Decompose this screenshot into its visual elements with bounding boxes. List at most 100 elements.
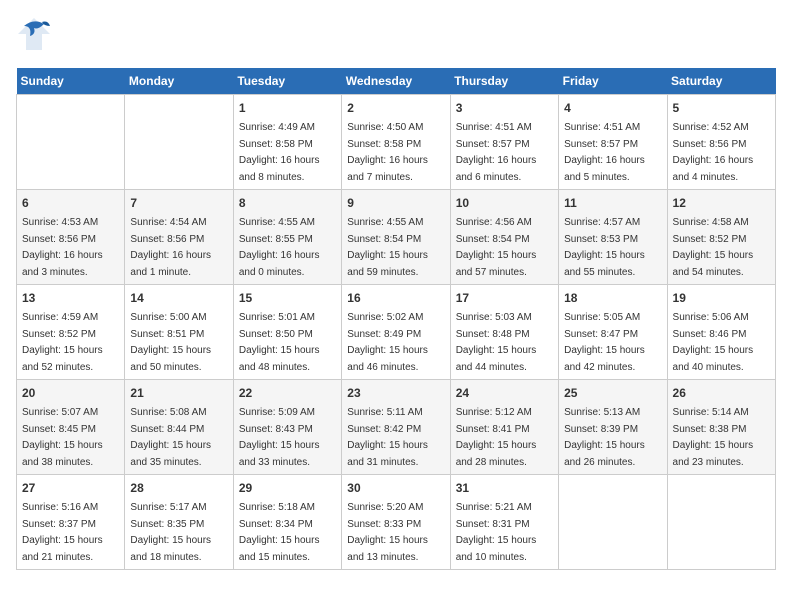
calendar-cell: 3 Sunrise: 4:51 AM Sunset: 8:57 PM Daylig… [450, 95, 558, 190]
calendar-cell: 12Sunrise: 4:58 AM Sunset: 8:52 PM Dayli… [667, 190, 775, 285]
day-number: 15 [239, 289, 336, 307]
calendar-cell: 22 Sunrise: 5:09 AM Sunset: 8:43 PM Dayli… [233, 380, 341, 475]
day-info: Sunrise: 4:53 AM Sunset: 8:56 PM Dayligh… [22, 217, 103, 278]
calendar-cell: 29Sunrise: 5:18 AM Sunset: 8:34 PM Dayli… [233, 475, 341, 570]
logo-icon [16, 16, 52, 58]
day-number: 13 [22, 289, 119, 307]
calendar-cell: 30 Sunrise: 5:20 AM Sunset: 8:33 PM Dayli… [342, 475, 450, 570]
calendar-header-row: SundayMondayTuesdayWednesdayThursdayFrid… [17, 68, 776, 95]
day-info: Sunrise: 5:16 AM Sunset: 8:37 PM Dayligh… [22, 502, 103, 563]
calendar-cell: 6 Sunrise: 4:53 AM Sunset: 8:56 PM Daylig… [17, 190, 125, 285]
day-number: 24 [456, 384, 553, 402]
weekday-header-monday: Monday [125, 68, 233, 95]
calendar-cell: 1 Sunrise: 4:49 AM Sunset: 8:58 PM Daylig… [233, 95, 341, 190]
day-info: Sunrise: 4:57 AM Sunset: 8:53 PM Dayligh… [564, 217, 645, 278]
day-info: Sunrise: 4:49 AM Sunset: 8:58 PM Dayligh… [239, 122, 320, 183]
day-number: 28 [130, 479, 227, 497]
day-number: 25 [564, 384, 661, 402]
day-info: Sunrise: 5:03 AM Sunset: 8:48 PM Dayligh… [456, 312, 537, 373]
day-number: 21 [130, 384, 227, 402]
calendar-cell [559, 475, 667, 570]
day-info: Sunrise: 4:51 AM Sunset: 8:57 PM Dayligh… [564, 122, 645, 183]
day-info: Sunrise: 4:55 AM Sunset: 8:55 PM Dayligh… [239, 217, 320, 278]
day-info: Sunrise: 5:18 AM Sunset: 8:34 PM Dayligh… [239, 502, 320, 563]
calendar-cell: 17 Sunrise: 5:03 AM Sunset: 8:48 PM Dayli… [450, 285, 558, 380]
day-info: Sunrise: 5:02 AM Sunset: 8:49 PM Dayligh… [347, 312, 428, 373]
day-number: 10 [456, 194, 553, 212]
day-info: Sunrise: 4:56 AM Sunset: 8:54 PM Dayligh… [456, 217, 537, 278]
day-number: 31 [456, 479, 553, 497]
day-number: 26 [673, 384, 770, 402]
day-number: 19 [673, 289, 770, 307]
page-header [16, 16, 776, 58]
calendar-cell: 16Sunrise: 5:02 AM Sunset: 8:49 PM Dayli… [342, 285, 450, 380]
calendar-cell: 23Sunrise: 5:11 AM Sunset: 8:42 PM Dayli… [342, 380, 450, 475]
day-info: Sunrise: 4:51 AM Sunset: 8:57 PM Dayligh… [456, 122, 537, 183]
calendar-cell: 19 Sunrise: 5:06 AM Sunset: 8:46 PM Dayli… [667, 285, 775, 380]
day-info: Sunrise: 4:55 AM Sunset: 8:54 PM Dayligh… [347, 217, 428, 278]
day-number: 3 [456, 99, 553, 117]
day-info: Sunrise: 5:11 AM Sunset: 8:42 PM Dayligh… [347, 407, 428, 468]
day-info: Sunrise: 5:00 AM Sunset: 8:51 PM Dayligh… [130, 312, 211, 373]
day-info: Sunrise: 5:05 AM Sunset: 8:47 PM Dayligh… [564, 312, 645, 373]
calendar-cell: 18 Sunrise: 5:05 AM Sunset: 8:47 PM Dayli… [559, 285, 667, 380]
calendar-cell: 24Sunrise: 5:12 AM Sunset: 8:41 PM Dayli… [450, 380, 558, 475]
day-info: Sunrise: 4:58 AM Sunset: 8:52 PM Dayligh… [673, 217, 754, 278]
weekday-header-saturday: Saturday [667, 68, 775, 95]
day-info: Sunrise: 5:14 AM Sunset: 8:38 PM Dayligh… [673, 407, 754, 468]
day-number: 11 [564, 194, 661, 212]
day-number: 6 [22, 194, 119, 212]
weekday-header-friday: Friday [559, 68, 667, 95]
logo [16, 16, 56, 58]
day-number: 20 [22, 384, 119, 402]
day-number: 22 [239, 384, 336, 402]
calendar-cell: 26 Sunrise: 5:14 AM Sunset: 8:38 PM Dayli… [667, 380, 775, 475]
weekday-header-thursday: Thursday [450, 68, 558, 95]
day-info: Sunrise: 5:09 AM Sunset: 8:43 PM Dayligh… [239, 407, 320, 468]
day-number: 2 [347, 99, 444, 117]
calendar-table: SundayMondayTuesdayWednesdayThursdayFrid… [16, 68, 776, 570]
calendar-cell: 7 Sunrise: 4:54 AM Sunset: 8:56 PM Daylig… [125, 190, 233, 285]
calendar-cell: 8 Sunrise: 4:55 AM Sunset: 8:55 PM Daylig… [233, 190, 341, 285]
calendar-cell: 15 Sunrise: 5:01 AM Sunset: 8:50 PM Dayli… [233, 285, 341, 380]
calendar-cell: 9 Sunrise: 4:55 AM Sunset: 8:54 PM Daylig… [342, 190, 450, 285]
week-row-3: 13 Sunrise: 4:59 AM Sunset: 8:52 PM Dayli… [17, 285, 776, 380]
day-info: Sunrise: 4:59 AM Sunset: 8:52 PM Dayligh… [22, 312, 103, 373]
calendar-cell: 25 Sunrise: 5:13 AM Sunset: 8:39 PM Dayli… [559, 380, 667, 475]
day-number: 9 [347, 194, 444, 212]
calendar-cell [125, 95, 233, 190]
day-info: Sunrise: 5:07 AM Sunset: 8:45 PM Dayligh… [22, 407, 103, 468]
day-info: Sunrise: 4:54 AM Sunset: 8:56 PM Dayligh… [130, 217, 211, 278]
day-number: 8 [239, 194, 336, 212]
day-info: Sunrise: 5:01 AM Sunset: 8:50 PM Dayligh… [239, 312, 320, 373]
day-info: Sunrise: 5:21 AM Sunset: 8:31 PM Dayligh… [456, 502, 537, 563]
day-number: 17 [456, 289, 553, 307]
week-row-2: 6 Sunrise: 4:53 AM Sunset: 8:56 PM Daylig… [17, 190, 776, 285]
day-info: Sunrise: 5:06 AM Sunset: 8:46 PM Dayligh… [673, 312, 754, 373]
weekday-header-wednesday: Wednesday [342, 68, 450, 95]
calendar-cell [667, 475, 775, 570]
calendar-cell: 27 Sunrise: 5:16 AM Sunset: 8:37 PM Dayli… [17, 475, 125, 570]
week-row-5: 27 Sunrise: 5:16 AM Sunset: 8:37 PM Dayli… [17, 475, 776, 570]
day-number: 27 [22, 479, 119, 497]
day-number: 18 [564, 289, 661, 307]
week-row-4: 20 Sunrise: 5:07 AM Sunset: 8:45 PM Dayli… [17, 380, 776, 475]
day-number: 4 [564, 99, 661, 117]
calendar-cell: 11 Sunrise: 4:57 AM Sunset: 8:53 PM Dayli… [559, 190, 667, 285]
day-info: Sunrise: 5:20 AM Sunset: 8:33 PM Dayligh… [347, 502, 428, 563]
day-info: Sunrise: 5:13 AM Sunset: 8:39 PM Dayligh… [564, 407, 645, 468]
calendar-cell: 31 Sunrise: 5:21 AM Sunset: 8:31 PM Dayli… [450, 475, 558, 570]
calendar-cell: 5Sunrise: 4:52 AM Sunset: 8:56 PM Daylig… [667, 95, 775, 190]
week-row-1: 1 Sunrise: 4:49 AM Sunset: 8:58 PM Daylig… [17, 95, 776, 190]
calendar-cell: 10 Sunrise: 4:56 AM Sunset: 8:54 PM Dayli… [450, 190, 558, 285]
day-info: Sunrise: 4:52 AM Sunset: 8:56 PM Dayligh… [673, 122, 754, 183]
calendar-cell: 28 Sunrise: 5:17 AM Sunset: 8:35 PM Dayli… [125, 475, 233, 570]
day-number: 7 [130, 194, 227, 212]
day-number: 14 [130, 289, 227, 307]
calendar-cell: 14 Sunrise: 5:00 AM Sunset: 8:51 PM Dayli… [125, 285, 233, 380]
day-info: Sunrise: 4:50 AM Sunset: 8:58 PM Dayligh… [347, 122, 428, 183]
day-info: Sunrise: 5:17 AM Sunset: 8:35 PM Dayligh… [130, 502, 211, 563]
calendar-cell: 2 Sunrise: 4:50 AM Sunset: 8:58 PM Daylig… [342, 95, 450, 190]
day-number: 1 [239, 99, 336, 117]
day-number: 30 [347, 479, 444, 497]
